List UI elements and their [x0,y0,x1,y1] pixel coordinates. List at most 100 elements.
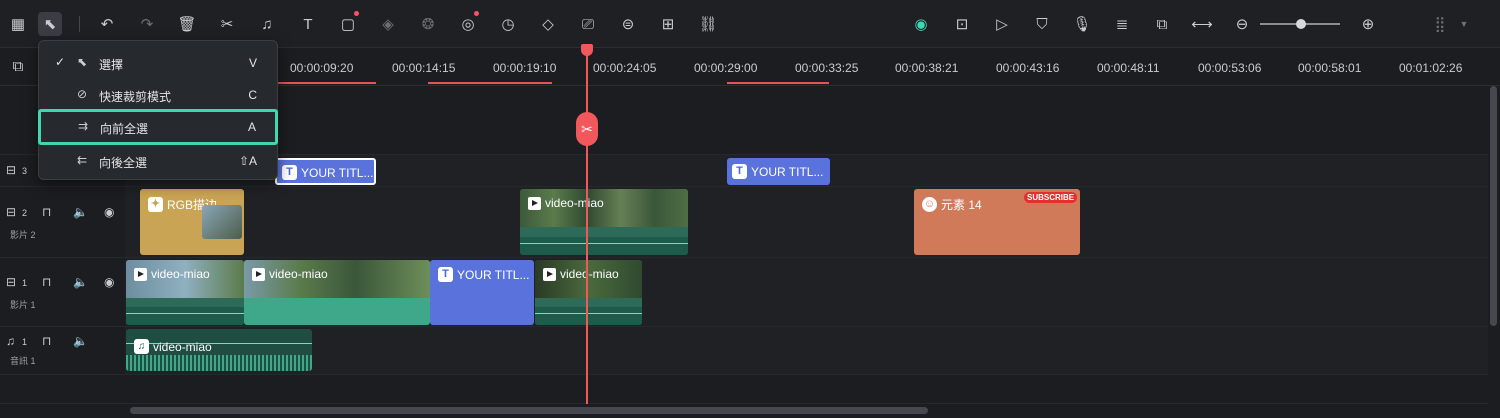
crop-icon[interactable]: ▢ [336,11,360,36]
selection-tool-menu: ✓ ⬉ 選擇 V ⊘ 快速裁剪模式 C ⇉ 向前全選 A ⇇ 向後全選 ⇧A [38,40,278,180]
clip-label: YOUR TITL... [751,164,824,179]
cut-icon[interactable]: ✂ [215,12,239,36]
track-layout-icon[interactable]: ⣿ [1428,12,1452,36]
lock-icon[interactable]: ⊓ [42,334,51,348]
timecode-label: 00:00:38:21 [895,61,959,75]
select-backward-icon: ⇇ [77,153,88,167]
eye-icon[interactable]: ◉ [104,275,114,289]
playhead-handle[interactable] [581,44,593,56]
speech-icon[interactable]: ⎚ [576,12,600,36]
track-name: 影片 2 [10,230,36,240]
timecode-label: 00:00:09:20 [290,61,354,75]
video-clip[interactable]: video-miao [535,260,642,325]
timecode-label: 00:00:53:06 [1198,61,1262,75]
speaker-icon[interactable]: 🔈 [73,334,88,348]
add-track-icon[interactable]: ⧉ [6,54,30,78]
translate-icon[interactable]: ⊞ [656,12,680,36]
menu-item-label: 選擇 [99,58,124,72]
render-icon[interactable]: ⊡ [950,12,974,36]
clip-label: YOUR TITL... [457,267,530,282]
menu-item-quick-trim[interactable]: ⊘ 快速裁剪模式 C [39,79,277,111]
video-clip[interactable]: video-miao [244,260,430,325]
track-name: 影片 1 [10,300,36,310]
track-video-1[interactable]: ⊟ 1 ⊓ 🔈 ◉ 影片 1 video-miao video-miao T YO… [0,258,1488,327]
scrollbar-thumb[interactable] [1490,86,1497,326]
menu-item-select[interactable]: ✓ ⬉ 選擇 V [39,47,277,79]
video-track-icon: ⊟ [6,205,17,219]
audio-icon[interactable]: ♫ [255,12,279,36]
title-clip[interactable]: T YOUR TITL... [430,260,534,325]
speed-icon[interactable]: ◷ [496,12,520,36]
timecode-label: 00:00:58:01 [1298,61,1362,75]
timecode-label: 00:00:19:10 [493,61,557,75]
select-tool-icon[interactable]: ⬉ [38,12,62,36]
chevron-down-icon[interactable]: ▼ [1452,12,1476,36]
shield-icon[interactable]: ⛉ [1030,12,1054,36]
lock-icon[interactable]: ⊓ [42,275,51,289]
playhead-line[interactable] [586,48,588,418]
zoom-slider[interactable] [1260,19,1340,29]
effect-icon: ✦ [148,197,163,212]
menu-item-shortcut: V [248,56,257,70]
delete-icon[interactable]: 🗑 [175,12,199,36]
element-clip[interactable]: ☺ 元素 14 SUBSCRIBE [914,189,1080,255]
screen-record-icon[interactable]: ⧉ [1150,12,1174,36]
text-icon[interactable]: T [296,12,320,36]
split-scissors-icon[interactable]: ✂ [576,112,598,146]
track-number: 2 [22,208,28,218]
zoom-slider-handle[interactable] [1296,19,1306,29]
ai-icon[interactable]: ◈ [376,12,400,36]
timecode-label: 00:00:24:05 [593,61,657,75]
zoom-in-icon[interactable]: ⊕ [1356,12,1380,36]
title-clip[interactable]: T YOUR TITL... [727,158,830,185]
title-icon: T [282,165,297,180]
audio-waveform [126,307,244,325]
zoom-out-icon[interactable]: ⊖ [1230,12,1254,36]
track-video-2[interactable]: ⊟ 2 ⊓ 🔈 ◉ 影片 2 ✦ RGB描边 video-miao ☺ 元素 14 … [0,187,1488,258]
video-clip[interactable]: video-miao [126,260,244,325]
timecode-label: 00:00:48:11 [1097,61,1160,75]
eye-icon[interactable]: ◉ [104,205,114,219]
preview-icon[interactable]: ▷ [990,12,1014,36]
speaker-icon[interactable]: 🔈 [73,275,88,289]
clip-label: video-miao [560,267,619,281]
ai-audio-icon[interactable]: ◎ [456,11,480,36]
unlink-icon[interactable]: ⛓ [696,12,720,36]
audio-clip[interactable]: ♫ video-miao [126,329,312,371]
microphone-icon[interactable]: 🎙 [1070,12,1094,36]
menu-item-select-backward[interactable]: ⇇ 向後全選 ⇧A [39,145,277,177]
horizontal-scrollbar[interactable] [125,404,1488,418]
undo-icon[interactable]: ↶ [95,12,119,36]
clip-label: video-miao [545,196,604,210]
subscribe-thumbnail: SUBSCRIBE [1024,192,1078,203]
music-note-icon: ♫ [6,334,15,348]
voice-icon[interactable]: ⊜ [616,12,640,36]
layout-grid-icon[interactable]: ▦ [6,12,30,36]
track-number: 3 [22,166,28,176]
music-list-icon[interactable]: ≣ [1110,12,1134,36]
timecode-label: 00:00:14:15 [392,61,456,75]
fit-icon[interactable]: ⟷ [1190,12,1214,36]
scrollbar-thumb[interactable] [130,407,928,414]
track-audio-1[interactable]: ♫ 1 ⊓ 🔈 音訊 1 ♫ video-miao [0,327,1488,375]
keyframe-icon[interactable]: ◇ [536,12,560,36]
video-clip[interactable]: video-miao [520,189,688,255]
clip-label: video-miao [153,339,212,354]
menu-item-label: 向前全選 [100,122,149,136]
timecode-label: 00:00:43:16 [996,61,1060,75]
vertical-scrollbar[interactable] [1488,86,1500,418]
menu-item-label: 快速裁剪模式 [99,90,172,104]
video-icon [528,196,541,210]
track-number: 1 [22,337,28,347]
title-clip[interactable]: T YOUR TITL... [275,158,376,185]
timeline-empty-area[interactable] [0,375,1488,404]
color-icon[interactable]: ❂ [416,12,440,36]
effect-clip[interactable]: ✦ RGB描边 [140,189,244,255]
lock-icon[interactable]: ⊓ [42,205,51,219]
redo-icon[interactable]: ↷ [135,12,159,36]
menu-item-select-forward[interactable]: ⇉ 向前全選 A [38,109,278,145]
speaker-icon[interactable]: 🔈 [73,205,88,219]
ai-assistant-icon[interactable]: ◉ [909,12,933,36]
video-track-icon: ⊟ [6,163,17,177]
track-header-2: ⊟ 2 ⊓ 🔈 ◉ 影片 2 [0,187,125,257]
